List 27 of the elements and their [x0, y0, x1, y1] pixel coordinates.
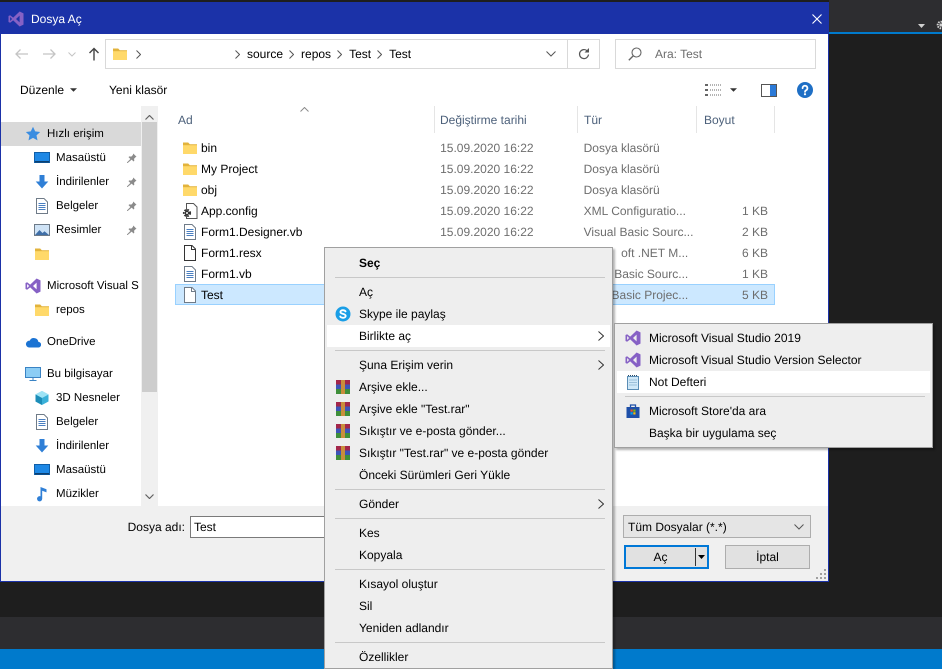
file-name: Form1.resx [201, 246, 262, 260]
file-name: Test [201, 288, 224, 302]
modified-date: 15.09.2020 16:22 [440, 182, 534, 196]
window-title: Dosya Aç [31, 12, 82, 26]
modified-date: 15.09.2020 16:22 [440, 162, 534, 176]
modified-date: 15.09.2020 16:22 [440, 140, 534, 154]
file-type: Dosya klasörü [584, 162, 660, 176]
file-type: XML Configuratio... [584, 204, 686, 218]
file-type: Dosya klasörü [584, 140, 660, 154]
file-size: 5 KB [742, 288, 768, 302]
file-name: obj [201, 182, 218, 196]
file-name: Form1.Designer.vb [201, 224, 302, 238]
modified-date: 15.09.2020 16:22 [440, 204, 534, 218]
file-size: 1 KB [742, 204, 768, 218]
file-type: Dosya klasörü [584, 182, 660, 196]
file-type: oft .NET M... [621, 246, 688, 260]
modified-date: 15.09.2020 16:22 [440, 224, 534, 238]
file-size: 2 KB [742, 224, 768, 238]
file-name: My Project [201, 162, 258, 176]
file-size: 6 KB [742, 246, 768, 260]
field-label: Dosya adı: [128, 520, 185, 534]
file-name: App.config [201, 204, 258, 218]
file-type: Basic Sourc... [614, 266, 688, 280]
file-size: 1 KB [742, 266, 768, 280]
file-type: Visual Basic Sourc... [584, 224, 694, 238]
file-name: bin [201, 140, 218, 154]
file-name: Form1.vb [201, 266, 252, 280]
